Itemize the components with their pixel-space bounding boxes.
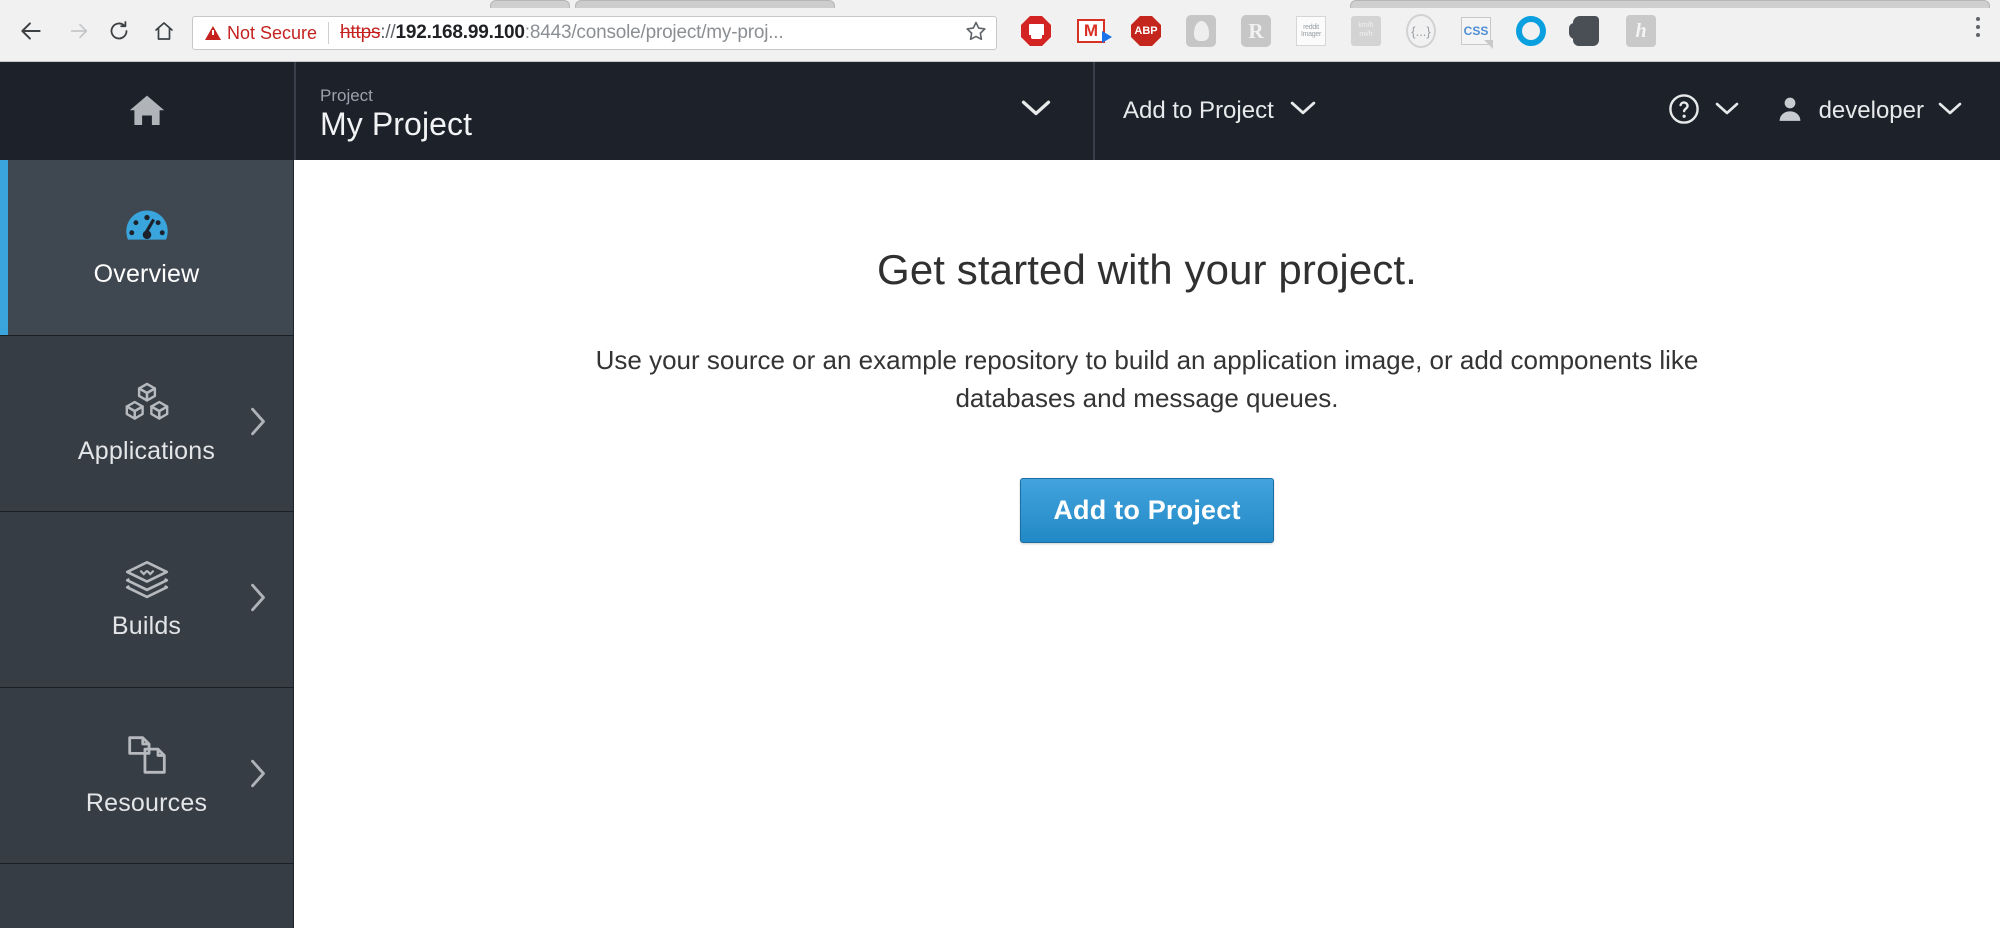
security-label: Not Secure (227, 22, 318, 43)
unit-converter-icon[interactable]: km/h mi/h (1348, 13, 1384, 49)
console-home-link[interactable] (0, 62, 294, 160)
adblock-plus-icon[interactable]: ABP (1128, 13, 1164, 49)
abp-label: ABP (1131, 16, 1161, 46)
url-separator: :// (380, 22, 396, 43)
reload-button[interactable] (100, 12, 138, 50)
extension-toolbar: M ABP R reddit Imager km/h mi/h {...} CS… (1018, 13, 1659, 49)
url-path: :8443/console/project/my-proj... (524, 22, 784, 43)
layers-stack-icon (123, 558, 171, 600)
chevron-right-icon (249, 406, 267, 441)
project-selector[interactable]: Project My Project (294, 62, 1093, 160)
user-avatar-icon (1775, 94, 1805, 129)
project-selector-value: My Project (320, 106, 473, 142)
browser-tab-active[interactable] (575, 0, 835, 8)
browser-home-button[interactable] (145, 12, 183, 50)
browser-tab[interactable] (490, 0, 570, 8)
empty-state-description: Use your source or an example repository… (595, 345, 1699, 413)
add-to-project-menu-label: Add to Project (1123, 97, 1274, 124)
adblock-stopsign-icon[interactable] (1018, 13, 1054, 49)
url-host: 192.168.99.100 (395, 22, 525, 43)
empty-state: Get started with your project. Use your … (294, 246, 2000, 543)
home-icon (155, 22, 173, 40)
copy-documents-icon (125, 733, 169, 777)
address-bar[interactable]: Not Secure https://192.168.99.100:8443/c… (192, 16, 997, 50)
url-text[interactable]: https://192.168.99.100:8443/console/proj… (340, 22, 783, 44)
sidebar-item-applications[interactable]: Applications (0, 336, 293, 512)
add-to-project-menu[interactable]: Add to Project (1093, 62, 1344, 160)
reload-icon (110, 21, 128, 40)
sidebar-item-builds[interactable]: Builds (0, 512, 293, 688)
back-button[interactable] (12, 12, 50, 50)
sidebar: Overview Applications Builds Resources (0, 160, 294, 928)
opera-icon[interactable] (1513, 13, 1549, 49)
home-icon (129, 95, 165, 125)
page-title: Get started with your project. (877, 246, 1417, 293)
three-dots-menu-icon[interactable] (1965, 17, 1991, 37)
sidebar-item-label: Builds (111, 612, 182, 640)
chevron-right-icon (249, 582, 267, 617)
sidebar-item-label: Applications (77, 437, 216, 465)
user-menu-label: developer (1818, 97, 1924, 124)
chevron-down-icon (1715, 101, 1739, 122)
question-circle-icon (1667, 92, 1701, 131)
chevron-right-icon (249, 758, 267, 793)
navbar-right-group: developer (1667, 62, 1962, 160)
sidebar-item-label: Overview (93, 260, 200, 288)
add-to-project-button[interactable]: Add to Project (1020, 477, 1274, 543)
openshift-console: Project My Project Add to Project develo… (0, 62, 2000, 928)
chevron-down-icon (1021, 99, 1051, 124)
dashboard-gauge-icon (124, 206, 170, 248)
main-content: Get started with your project. Use your … (294, 160, 2000, 928)
omnibox-divider (328, 22, 330, 44)
star-icon[interactable] (954, 19, 988, 48)
sidebar-item-overview[interactable]: Overview (0, 160, 293, 336)
sidebar-item-label: Resources (85, 789, 208, 817)
ghostery-icon[interactable] (1183, 13, 1219, 49)
css-viewer-icon[interactable]: CSS (1458, 13, 1494, 49)
console-navbar: Project My Project Add to Project develo… (0, 62, 2000, 160)
cubes-icon (123, 381, 171, 425)
reddit-imager-icon[interactable]: reddit Imager (1293, 13, 1329, 49)
url-scheme: https (340, 22, 381, 43)
security-status[interactable]: Not Secure (205, 23, 317, 44)
gmail-icon[interactable]: M (1073, 13, 1112, 49)
warning-triangle-icon (205, 26, 221, 40)
sidebar-item-resources[interactable]: Resources (0, 688, 293, 864)
help-menu[interactable] (1667, 92, 1739, 131)
hypothesis-icon[interactable]: h (1623, 13, 1659, 49)
reddit-enhancement-icon[interactable]: R (1238, 13, 1274, 49)
evernote-clipper-icon[interactable] (1568, 13, 1604, 49)
json-formatter-icon[interactable]: {...} (1403, 13, 1439, 49)
user-menu[interactable]: developer (1775, 94, 1962, 129)
browser-tab-strip (0, 0, 2000, 8)
back-arrow-icon (21, 22, 41, 40)
chevron-down-icon (1938, 101, 1962, 122)
project-selector-eyebrow: Project (320, 86, 373, 105)
forward-arrow-icon (70, 23, 88, 39)
browser-chrome: Not Secure https://192.168.99.100:8443/c… (0, 0, 2000, 62)
browser-tab[interactable] (1350, 0, 1990, 8)
forward-button[interactable] (60, 12, 98, 50)
chevron-down-icon (1290, 100, 1316, 122)
